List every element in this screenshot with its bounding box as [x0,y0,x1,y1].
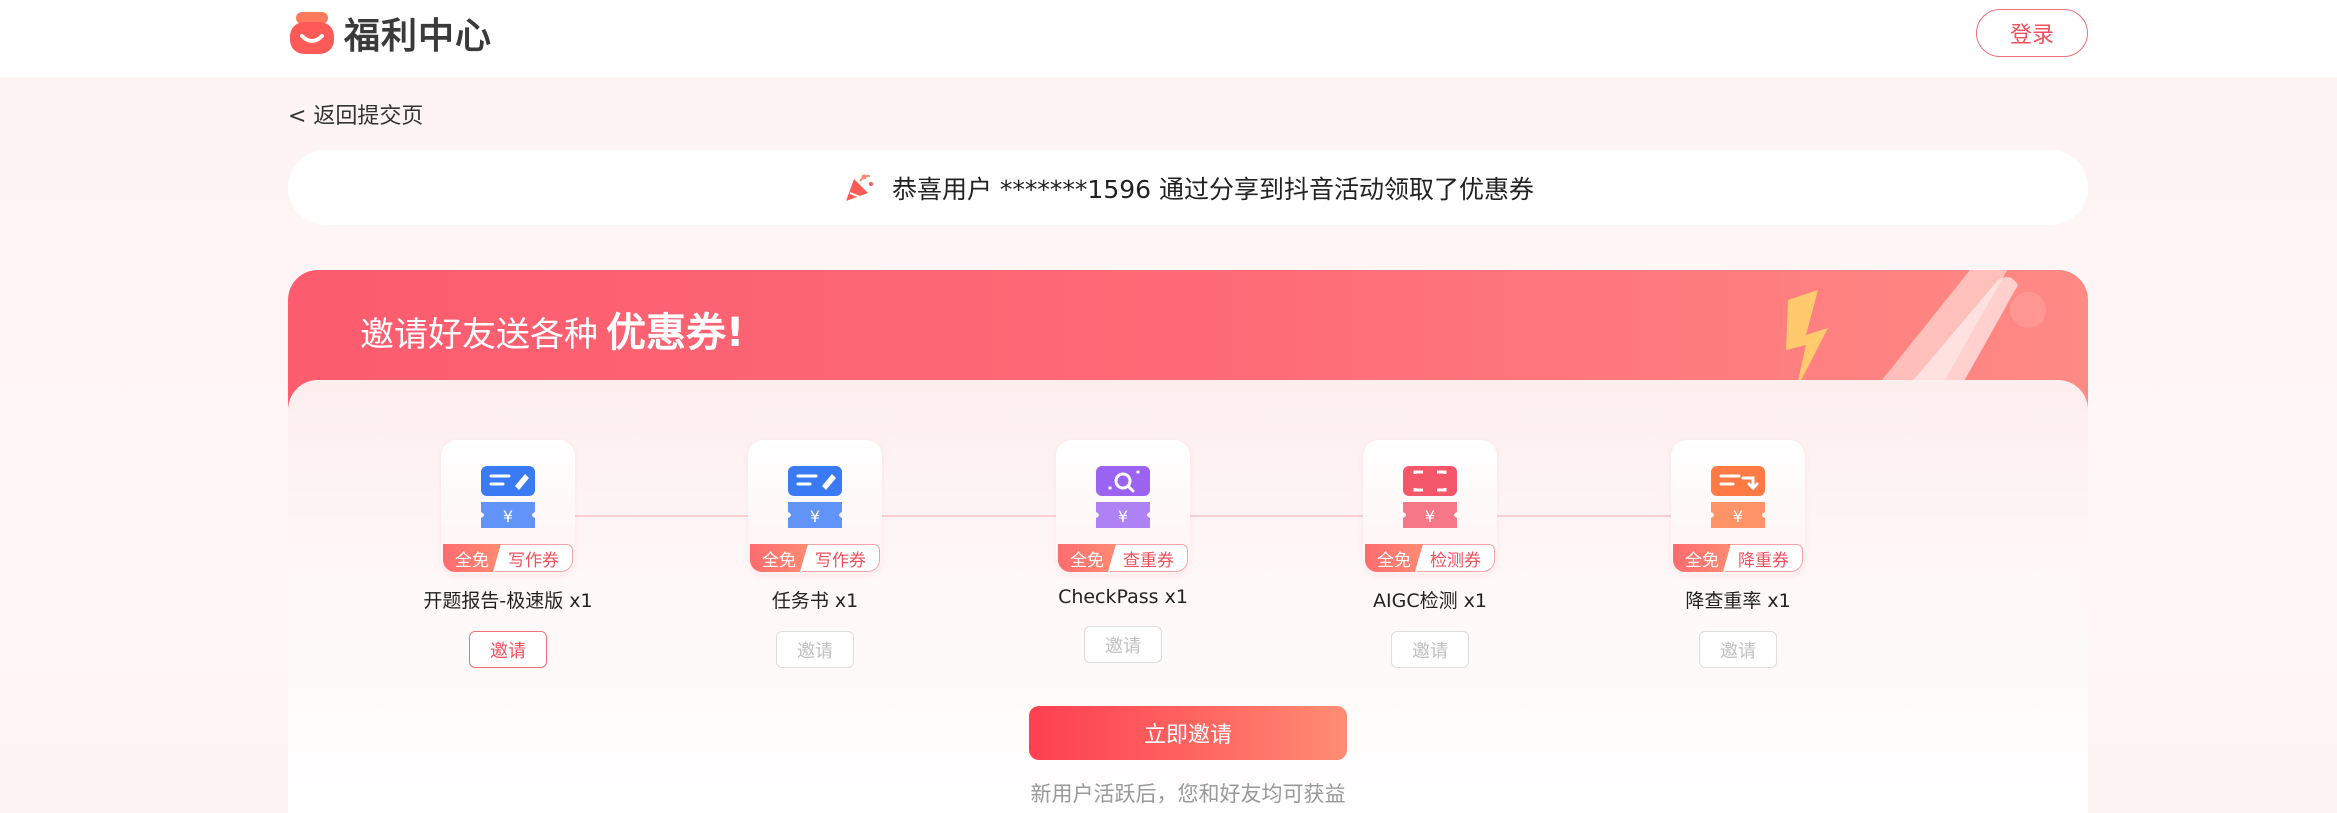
coupon-invite-button[interactable]: 邀请 [1391,631,1469,668]
login-button[interactable]: 登录 [1976,9,2088,57]
coupon-badge: 全免 [443,544,501,572]
svg-text:¥: ¥ [1118,507,1128,526]
coupon-type: 查重券 [1110,544,1188,572]
coupon-type: 写作券 [802,544,880,572]
coupon-tag: 全免 查重券 [1058,544,1188,572]
reduce-ticket-icon: ¥ [1711,466,1765,528]
coupon-badge: 全免 [1058,544,1116,572]
coupon-name: 开题报告-极速版 x1 [423,590,593,612]
svg-text:¥: ¥ [810,507,820,526]
coupon-item: ¥ 全免 查重券 CheckPass x1 邀请 [1023,440,1223,663]
coupon-invite-button[interactable]: 邀请 [1084,626,1162,663]
pen-ticket-icon: ¥ [788,466,842,528]
coupon-item: ¥ 全免 写作券 任务书 x1 邀请 [715,440,915,668]
invite-hint: 新用户活跃后，您和好友均可获益 [1030,782,1346,806]
coupon-item: ¥ 全免 写作券 开题报告-极速版 x1 邀请 [408,440,608,668]
coupon-invite-button[interactable]: 邀请 [1699,631,1777,668]
coupon-type: 检测券 [1417,544,1495,572]
party-popper-icon [845,174,873,201]
invite-heading-prefix: 邀请好友送各种 [360,315,598,355]
scan-ticket-icon: ¥ [1403,466,1457,528]
invite-heading: 邀请好友送各种 优惠券! [360,300,744,358]
coupon-panel: ¥ 全免 写作券 开题报告-极速版 x1 邀请 ¥ 全免 写作券 任务书 x1 … [288,380,2088,813]
notice-banner: 恭喜用户 *******1596 通过分享到抖音活动领取了优惠券 [288,150,2088,225]
svg-text:¥: ¥ [503,507,513,526]
coupon-card: ¥ 全免 检测券 [1363,440,1497,574]
top-bar: 福利中心 登录 [0,0,2337,77]
invite-card: 邀请好友送各种 优惠券! ¥ 全免 写作券 开题报告-极速版 x1 邀请 ¥ 全… [288,270,2088,813]
pen-ticket-icon: ¥ [481,466,535,528]
coupon-name: CheckPass x1 [1058,586,1188,608]
coupon-type: 降重券 [1725,544,1803,572]
welfare-center-page: 福利中心 登录 < 返回提交页 恭喜用户 *******1596 通过分享到抖音… [0,0,2337,813]
invite-now-button[interactable]: 立即邀请 [1029,706,1347,760]
notice-text: 恭喜用户 *******1596 通过分享到抖音活动领取了优惠券 [891,174,1535,204]
coupon-card: ¥ 全免 写作券 [748,440,882,574]
coupon-item: ¥ 全免 检测券 AIGC检测 x1 邀请 [1330,440,1530,668]
coupon-badge: 全免 [750,544,808,572]
coupon-invite-button[interactable]: 邀请 [776,631,854,668]
invite-heading-strong: 优惠券! [606,310,745,356]
svg-text:¥: ¥ [1733,507,1743,526]
coupon-card: ¥ 全免 写作券 [441,440,575,574]
app-title: 福利中心 [344,16,493,57]
coupon-tag: 全免 写作券 [750,544,880,572]
back-link[interactable]: < 返回提交页 [288,98,423,130]
coupon-tag: 全免 检测券 [1365,544,1495,572]
coupon-badge: 全免 [1365,544,1423,572]
coupon-tag: 全免 写作券 [443,544,573,572]
coupon-name: 降查重率 x1 [1685,590,1791,612]
coupon-badge: 全免 [1673,544,1731,572]
coupon-name: 任务书 x1 [771,590,859,612]
coupon-tag: 全免 降重券 [1673,544,1803,572]
coupon-type: 写作券 [495,544,573,572]
search-ticket-icon: ¥ [1096,466,1150,528]
svg-text:¥: ¥ [1425,507,1435,526]
coupon-invite-button[interactable]: 邀请 [469,631,547,668]
coupon-card: ¥ 全免 查重券 [1056,440,1190,574]
bag-logo-icon [290,12,334,54]
coupon-item: ¥ 全免 降重券 降查重率 x1 邀请 [1638,440,1838,668]
coupon-card: ¥ 全免 降重券 [1671,440,1805,574]
coupon-name: AIGC检测 x1 [1373,590,1487,612]
logo[interactable]: 福利中心 [288,10,493,57]
